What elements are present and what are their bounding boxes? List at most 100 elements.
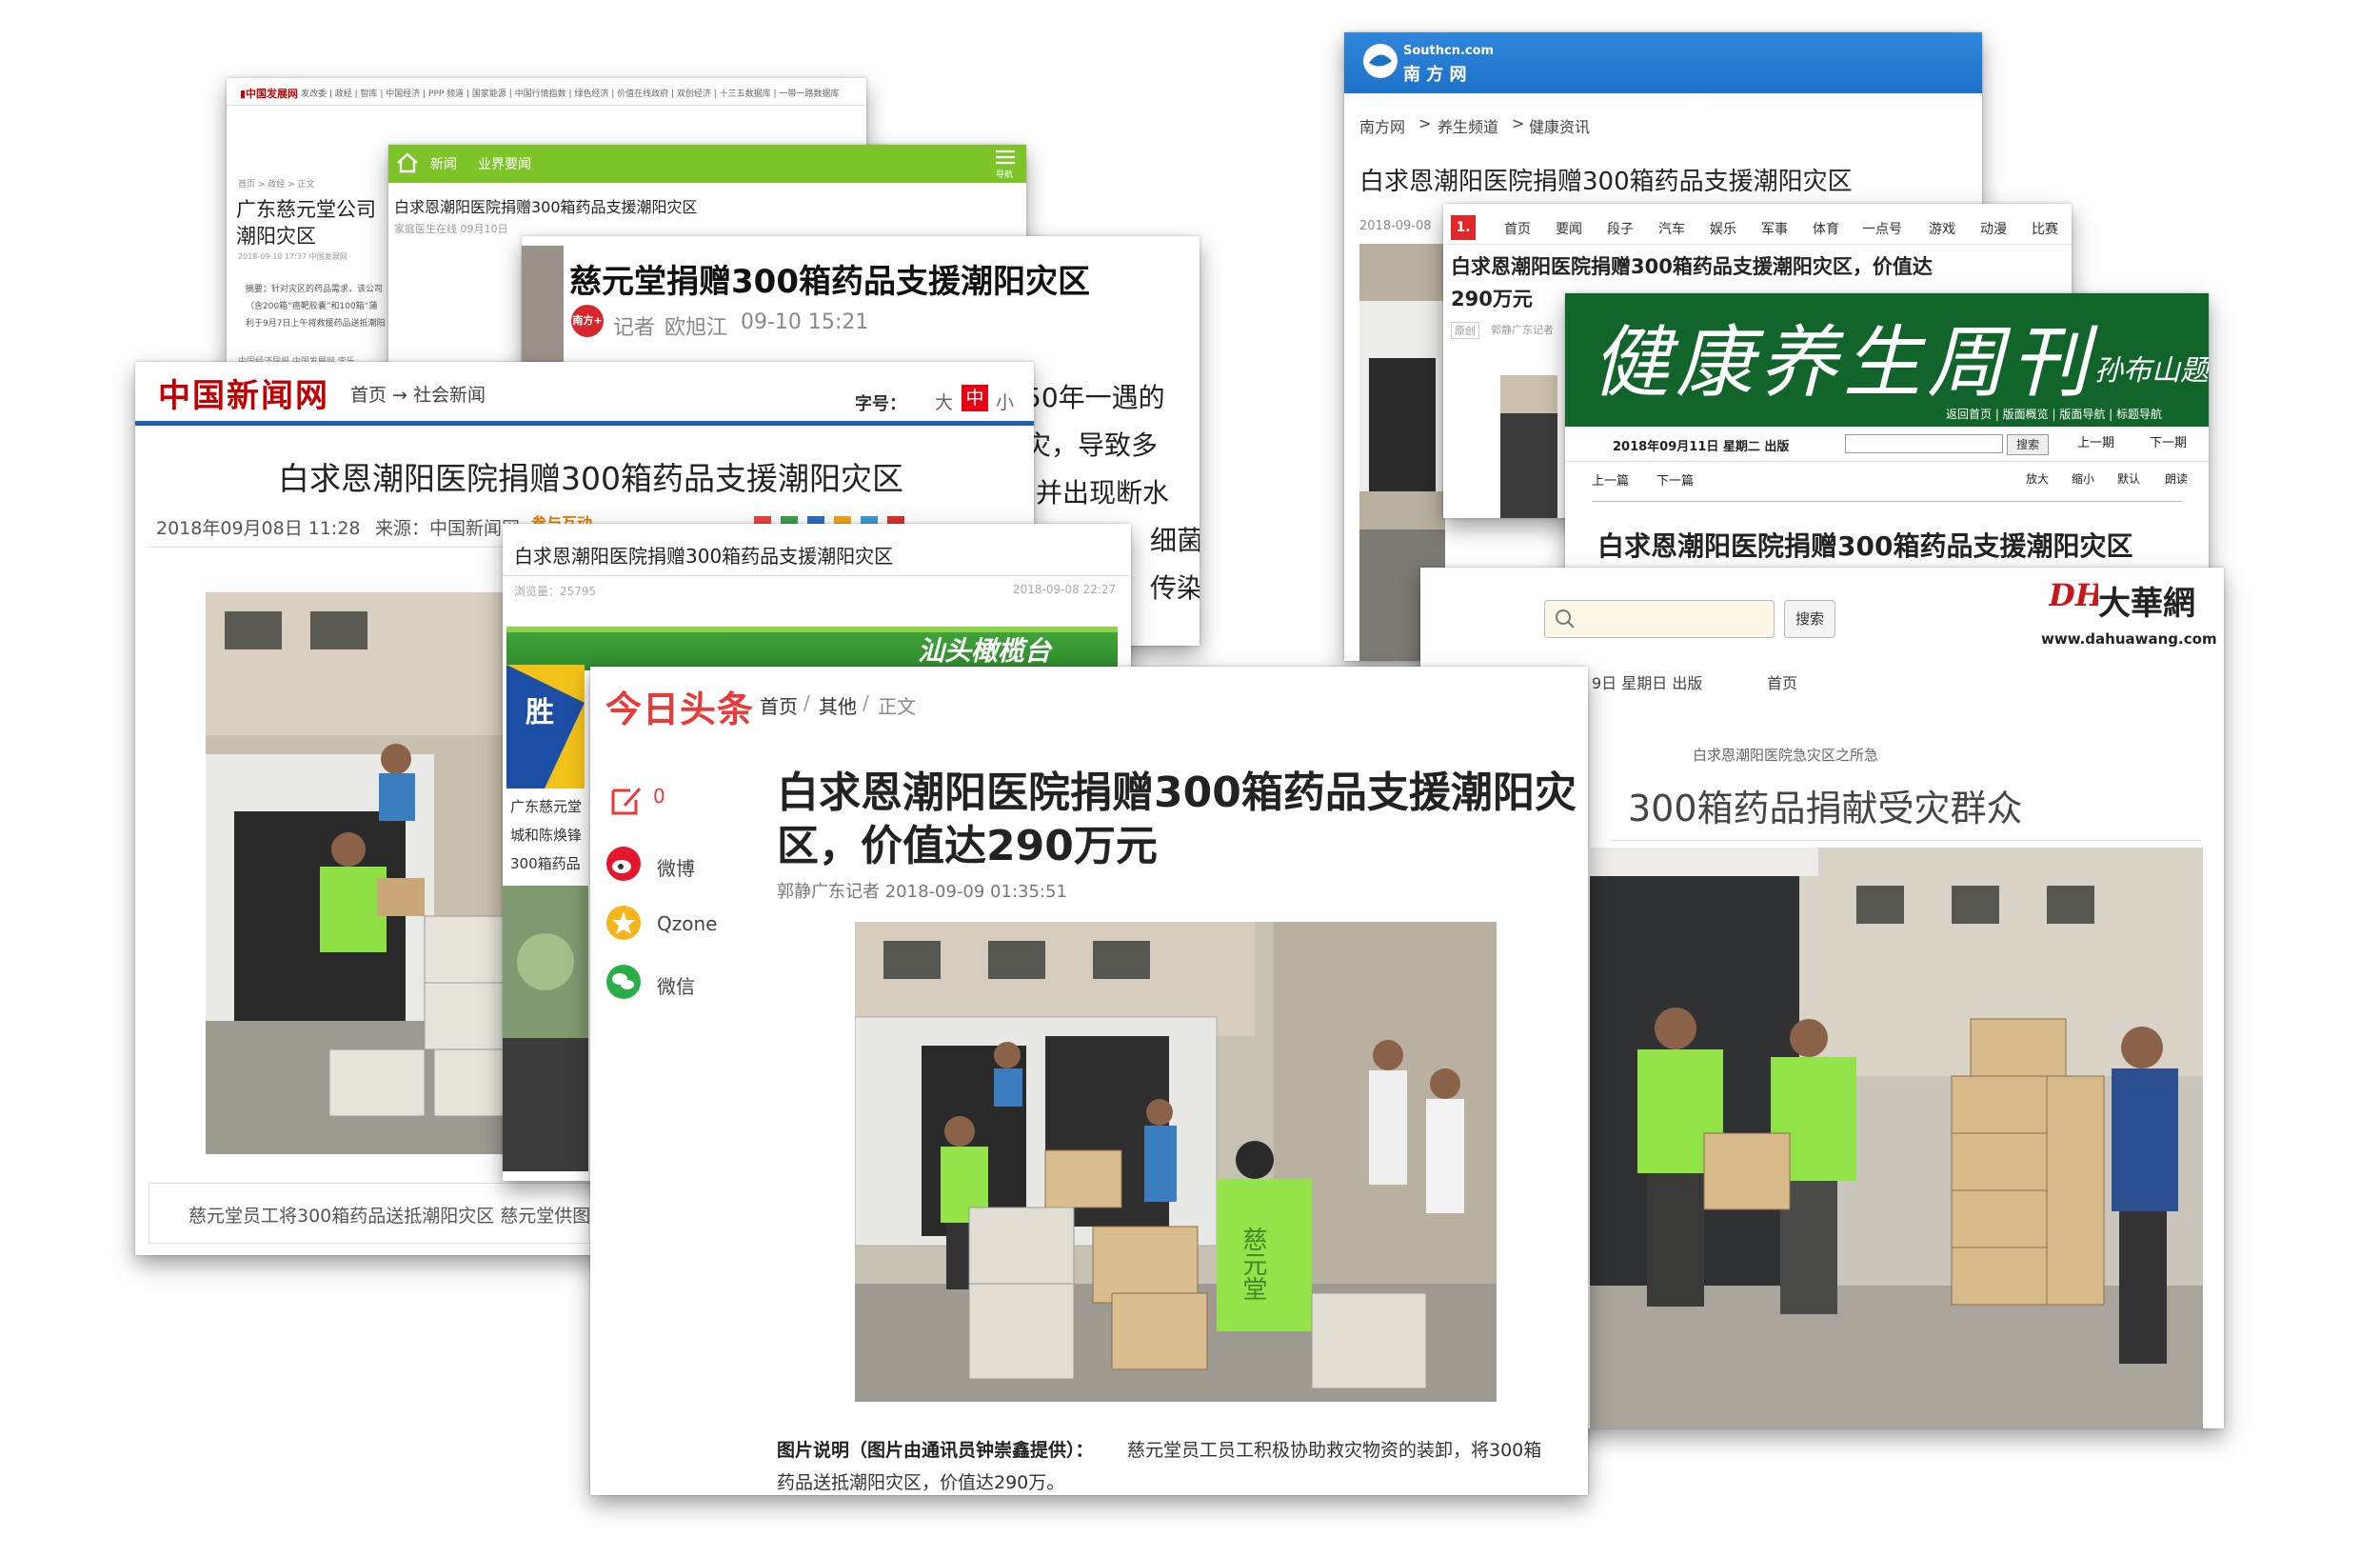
search-icon[interactable] (1554, 608, 1577, 630)
breadcrumb-current: 正文 (878, 695, 916, 718)
prev-article-link[interactable]: 上一篇 (1592, 470, 1629, 489)
search-input[interactable] (1845, 434, 2003, 453)
nav-jokes[interactable]: 段子 (1607, 219, 1634, 238)
nav-sports[interactable]: 体育 (1813, 219, 1839, 238)
share-wechat-label[interactable]: 微信 (657, 971, 695, 999)
nav-headlines[interactable]: 要闻 (1556, 219, 1582, 238)
search-button[interactable]: 搜索 (1784, 600, 1835, 638)
cnfb-logo[interactable]: ▮中国发展网 (240, 86, 298, 101)
author-meta[interactable]: 郭静广东记者 (1491, 322, 1554, 337)
weibo-icon[interactable] (605, 846, 642, 882)
logo-en[interactable]: www.dahuawang.com (2041, 630, 2217, 648)
search-button[interactable]: 搜索 (2007, 434, 2049, 455)
font-large-button[interactable]: 大 (935, 389, 953, 414)
comment-icon[interactable] (607, 781, 645, 819)
caption-line2: 药品送抵潮阳灾区，价值达290万。 (777, 1472, 1065, 1493)
breadcrumb-section[interactable]: 健康资讯 (1529, 114, 1590, 137)
article-title: 白求恩潮阳医院捐赠300箱药品支援潮阳灾区 (1597, 530, 2133, 562)
logo-cn[interactable]: 大華網 (2098, 577, 2195, 624)
home-link[interactable]: 首页 (1767, 670, 1797, 693)
font-small-button[interactable]: 小 (996, 389, 1014, 414)
site-logo[interactable]: 1. (1451, 215, 1476, 240)
article-title-line2: 区，价值达290万元 (777, 822, 1158, 870)
publish-time: 09-10 15:21 (741, 310, 869, 334)
read-aloud-button[interactable]: 朗读 (2165, 470, 2188, 487)
body-line2: 灾，导致多 (1024, 429, 1159, 461)
nav-ent[interactable]: 娱乐 (1710, 219, 1736, 238)
article-title: 白求恩潮阳医院捐赠300箱药品支援潮阳灾区 (514, 545, 894, 568)
nav-anime[interactable]: 动漫 (1980, 219, 2007, 238)
share-qzone-label[interactable]: Qzone (657, 912, 717, 935)
svg-text:慈元堂: 慈元堂 (1239, 1227, 1267, 1301)
article-title: 白求恩潮阳医院捐赠300箱药品支援潮阳灾区 (394, 198, 698, 216)
breadcrumb-home[interactable]: 南方网 (1359, 114, 1405, 137)
nav-yidianhao[interactable]: 一点号 (1862, 219, 1902, 238)
title-divider (503, 575, 1131, 576)
breadcrumb[interactable]: 首页 > 政经 > 正文 (238, 177, 315, 190)
next-issue-link[interactable]: 下一期 (2150, 432, 2187, 450)
top-links[interactable]: 返回首页 | 版面概览 | 版面导航 | 标题导航 (1946, 406, 2162, 422)
article-photo (1590, 848, 2203, 1428)
home-icon[interactable] (396, 151, 419, 174)
breadcrumb-home[interactable]: 首页 (760, 691, 798, 719)
prev-issue-link[interactable]: 上一期 (2077, 432, 2114, 450)
southcn-logo-icon[interactable] (1361, 42, 1399, 80)
next-article-link[interactable]: 下一篇 (1656, 470, 1694, 489)
caption-label: 图片说明（图片由通讯员钟崇鑫提供）： (777, 1440, 1094, 1461)
logo-en[interactable]: Southcn.com (1403, 44, 1494, 58)
zoom-default-option[interactable]: 默认 (2117, 470, 2140, 487)
qzone-icon[interactable] (605, 905, 642, 941)
share-weibo-label[interactable]: 微博 (657, 853, 695, 881)
cnfb-divider (227, 105, 866, 106)
body-line5: 传染 (1150, 572, 1200, 604)
toutiao-logo[interactable]: 今日头条 (605, 680, 754, 732)
publish-date: 2018-09-08 (1359, 219, 1432, 233)
breadcrumb[interactable]: 首页 → 社会新闻 (350, 381, 486, 407)
article-subtitle: 白求恩潮阳医院急灾区之所急 (1693, 747, 1879, 764)
nav-military[interactable]: 军事 (1761, 219, 1788, 238)
title-rule (1592, 501, 2182, 502)
banner-image: 胜 (506, 665, 585, 788)
tab-news[interactable]: 新闻 (430, 154, 457, 173)
tab-industry[interactable]: 业界要闻 (478, 154, 531, 173)
banner-title: 汕头橄榄台 (918, 635, 1052, 667)
photo-caption: 慈元堂员工将300箱药品送抵潮阳灾区 慈元堂供图 (188, 1206, 591, 1227)
nav-auto[interactable]: 汽车 (1658, 219, 1685, 238)
article-title-line1: 白求恩潮阳医院捐赠300箱药品支援潮阳灾 (777, 769, 1577, 817)
breadcrumb-other[interactable]: 其他 (819, 691, 857, 719)
publish-date: 2018年09月08日 11:28 (156, 518, 361, 539)
body-line3: 并出现断水 (1036, 477, 1170, 509)
article-headline: 300箱药品捐献受灾群众 (1628, 788, 2023, 829)
author-name[interactable]: 欧旭江 (664, 310, 727, 341)
zoom-out-option[interactable]: 缩小 (2072, 470, 2094, 487)
blue-rule (135, 421, 1034, 426)
summary-line2: （含200箱“癌靶胶囊”和100箱“蒲 (246, 302, 378, 311)
menu-icon[interactable] (994, 149, 1017, 166)
wechat-icon[interactable] (605, 964, 642, 1000)
cnfb-nav[interactable]: 发改委 | 政经 | 智库 | 中国经济 | PPP 频道 | 国家能源 | 中… (301, 87, 839, 99)
breadcrumb-channel[interactable]: 养生频道 (1438, 114, 1498, 137)
breadcrumb-sep2: / (863, 691, 869, 714)
article-meta: 家庭医生在线 09月10日 (394, 223, 508, 235)
nav-match[interactable]: 比赛 (2032, 219, 2058, 238)
zoom-in-option[interactable]: 放大 (2026, 470, 2049, 487)
site-logo[interactable]: 中国新闻网 (158, 369, 329, 416)
article-title-line1: 广东慈元堂公司 (236, 198, 376, 221)
font-medium-button[interactable]: 中 (962, 385, 988, 411)
nav-games[interactable]: 游戏 (1929, 219, 1955, 238)
dahua-logo-icon[interactable]: DH (2048, 575, 2106, 613)
breadcrumb-sep2: > (1512, 114, 1525, 132)
article-photo (522, 246, 564, 379)
breadcrumb-sep1: / (803, 691, 810, 714)
nav-label[interactable]: 导航 (996, 168, 1013, 180)
article-meta: 2018-09-10 17:37 中国发展网 (238, 252, 347, 261)
summary-line1: 广东慈元堂 (510, 798, 583, 815)
summary-line2: 城和陈焕锋 (510, 827, 583, 844)
card-health: 健康养生周刊 孙布山题 返回首页 | 版面概览 | 版面导航 | 标题导航 20… (1565, 293, 2209, 571)
publish-date: 2018-09-08 22:27 (1013, 583, 1117, 596)
caption-line1: 慈元堂员工员工积极协助救灾物资的装卸，将300箱 (1127, 1440, 1542, 1461)
logo-cn[interactable]: 南 方 网 (1403, 61, 1467, 86)
comment-count: 0 (653, 785, 665, 808)
search-input[interactable] (1544, 600, 1775, 638)
nav-home[interactable]: 首页 (1504, 219, 1531, 238)
